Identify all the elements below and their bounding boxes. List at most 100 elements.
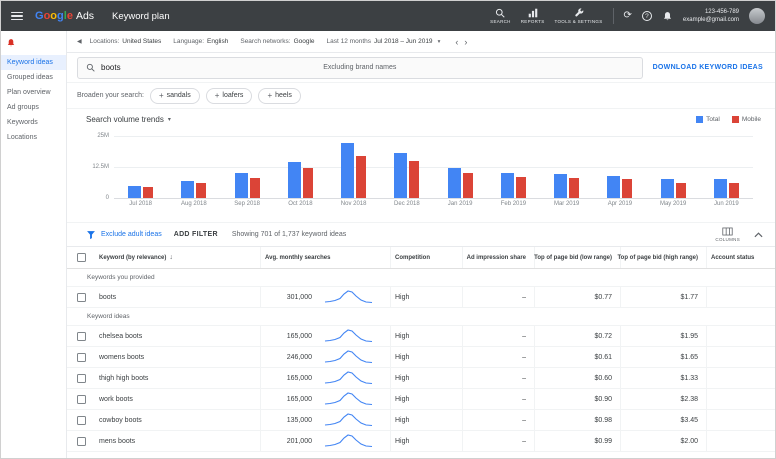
table-row-cowboy-boots[interactable]: cowboy boots135,000High–$0.98$3.45	[67, 410, 775, 431]
keyword-search-input[interactable]	[101, 63, 301, 72]
bar-mobile	[143, 187, 153, 198]
x-axis-label: Mar 2019	[554, 201, 579, 207]
competition-cell: High	[390, 389, 462, 409]
collapse-table-button[interactable]	[754, 232, 763, 238]
broaden-search-label: Broaden your search:	[77, 92, 144, 99]
sidebar-item-ad-groups[interactable]: Ad groups	[1, 100, 66, 115]
keyword-search-box[interactable]: Excluding brand names	[77, 57, 643, 79]
header-bid-high[interactable]: Top of page bid (high range)	[620, 247, 706, 268]
x-axis-label: May 2019	[660, 201, 686, 207]
sidebar-item-grouped-ideas[interactable]: Grouped ideas	[1, 70, 66, 85]
table-row-chelsea-boots[interactable]: chelsea boots165,000High–$0.72$1.95	[67, 326, 775, 347]
bar-group-sep-2018: Sep 2018	[235, 173, 260, 198]
table-toolbar: Exclude adult ideas ADD FILTER Showing 7…	[67, 223, 775, 247]
table-row-mens-boots[interactable]: mens boots201,000High–$0.99$2.00	[67, 431, 775, 452]
competition-cell: High	[390, 431, 462, 451]
date-next-arrow[interactable]: ›	[461, 37, 470, 47]
networks-setting[interactable]: Search networks: Google	[240, 38, 314, 45]
topbar-actions: SEARCH REPORTS TOOLS & SETTINGS ⟳ ? 123-…	[490, 8, 765, 24]
header-ad-impression-share[interactable]: Ad impression share	[462, 247, 534, 268]
google-ads-logo[interactable]: Google Ads	[35, 10, 94, 22]
bar-group-apr-2019: Apr 2019	[607, 176, 632, 198]
sidebar-item-keyword-ideas[interactable]: Keyword ideas	[1, 55, 66, 70]
header-account-status[interactable]: Account status	[706, 247, 775, 268]
bar-group-jan-2019: Jan 2019	[448, 168, 473, 198]
date-range-setting[interactable]: Last 12 months Jul 2018 – Jun 2019 ▾	[327, 38, 441, 45]
plus-icon: +	[215, 91, 220, 100]
x-axis-label: Sep 2018	[234, 201, 260, 207]
table-row-thigh-high-boots[interactable]: thigh high boots165,000High–$0.60$1.33	[67, 368, 775, 389]
sidebar-item-plan-overview[interactable]: Plan overview	[1, 85, 66, 100]
row-checkbox[interactable]	[77, 293, 86, 302]
chevron-down-icon: ▾	[168, 116, 171, 123]
collapse-panel-icon[interactable]: ◀	[77, 38, 82, 45]
avg-searches-cell: 165,000	[260, 389, 320, 409]
sidebar-item-locations[interactable]: Locations	[1, 130, 66, 145]
columns-button[interactable]: COLUMNS	[715, 227, 740, 242]
keyword-cell: chelsea boots	[95, 326, 260, 346]
row-checkbox[interactable]	[77, 437, 86, 446]
header-keyword[interactable]: Keyword (by relevance)↓	[95, 247, 260, 268]
menu-icon[interactable]	[11, 12, 23, 21]
table-row-womens-boots[interactable]: womens boots246,000High–$0.61$1.65	[67, 347, 775, 368]
locations-setting[interactable]: Locations: United States	[90, 38, 162, 45]
bar-mobile	[569, 178, 579, 198]
row-checkbox[interactable]	[77, 395, 86, 404]
broaden-chips: +sandals +loafers +heels	[150, 88, 301, 104]
refresh-icon[interactable]: ⟳	[624, 11, 632, 21]
bar-total	[501, 173, 514, 198]
account-info[interactable]: 123-456-789 example@gmail.com	[683, 8, 739, 24]
trend-sparkline-icon	[320, 347, 390, 367]
ads-wordmark: Ads	[76, 10, 94, 22]
add-filter-button[interactable]: ADD FILTER	[174, 231, 218, 238]
header-avg-monthly-searches[interactable]: Avg. monthly searches	[260, 247, 390, 268]
language-setting[interactable]: Language: English	[173, 38, 228, 45]
header-competition[interactable]: Competition	[390, 247, 462, 268]
x-axis-label: Jun 2019	[714, 201, 739, 207]
row-checkbox[interactable]	[77, 353, 86, 362]
bar-chart-plot: 25M12.5M0 Jul 2018Aug 2018Sep 2018Oct 20…	[114, 136, 753, 198]
header-bid-low[interactable]: Top of page bid (low range)	[534, 247, 620, 268]
table-row-work-boots[interactable]: work boots165,000High–$0.90$2.38	[67, 389, 775, 410]
select-all-checkbox[interactable]	[77, 253, 86, 262]
row-checkbox[interactable]	[77, 332, 86, 341]
ad-impression-share-cell: –	[462, 368, 534, 388]
avg-searches-cell: 165,000	[260, 326, 320, 346]
legend-swatch	[732, 116, 739, 123]
broaden-chip-loafers[interactable]: +loafers	[206, 88, 253, 104]
sidebar: Keyword ideasGrouped ideasPlan overviewA…	[1, 31, 67, 458]
x-axis-label: Jan 2019	[448, 201, 473, 207]
help-icon[interactable]: ?	[642, 11, 652, 21]
ad-impression-share-cell: –	[462, 431, 534, 451]
competition-cell: High	[390, 287, 462, 307]
bid-low-cell: $0.98	[534, 410, 620, 430]
broaden-chip-heels[interactable]: +heels	[258, 88, 300, 104]
broaden-chip-sandals[interactable]: +sandals	[150, 88, 200, 104]
search-volume-trends-section: Search volume trends ▾ TotalMobile 25M12…	[67, 109, 775, 223]
bar-group-nov-2018: Nov 2018	[341, 143, 366, 198]
table-body: Keywords you providedboots301,000High–$0…	[67, 269, 775, 452]
search-volume-trends-title[interactable]: Search volume trends	[86, 115, 164, 124]
bar-total	[128, 186, 141, 198]
notifications-bell-icon[interactable]	[662, 11, 673, 22]
reports-nav-button[interactable]: REPORTS	[521, 8, 545, 24]
date-prev-arrow[interactable]: ‹	[452, 37, 461, 47]
bar-group-mar-2019: Mar 2019	[554, 174, 579, 198]
row-checkbox[interactable]	[77, 374, 86, 383]
table-row-boots[interactable]: boots301,000High–$0.77$1.77	[67, 287, 775, 308]
download-keyword-ideas-button[interactable]: DOWNLOAD KEYWORD IDEAS	[653, 64, 765, 71]
bar-total	[448, 168, 461, 198]
google-ads-app: Google Ads Keyword plan SEARCH REPORTS T…	[0, 0, 776, 459]
alert-bell-icon[interactable]	[1, 31, 66, 55]
chevron-down-icon: ▾	[438, 39, 441, 45]
exclude-adult-ideas-filter[interactable]: Exclude adult ideas	[86, 230, 162, 240]
page-title: Keyword plan	[112, 11, 170, 22]
search-nav-button[interactable]: SEARCH	[490, 8, 511, 24]
keyword-cell: work boots	[95, 389, 260, 409]
sidebar-item-keywords[interactable]: Keywords	[1, 115, 66, 130]
tools-settings-nav-button[interactable]: TOOLS & SETTINGS	[555, 8, 603, 24]
avatar[interactable]	[749, 8, 765, 24]
row-checkbox[interactable]	[77, 416, 86, 425]
chart-legend: TotalMobile	[696, 116, 761, 123]
excluding-brand-names-note: Excluding brand names	[323, 64, 396, 71]
